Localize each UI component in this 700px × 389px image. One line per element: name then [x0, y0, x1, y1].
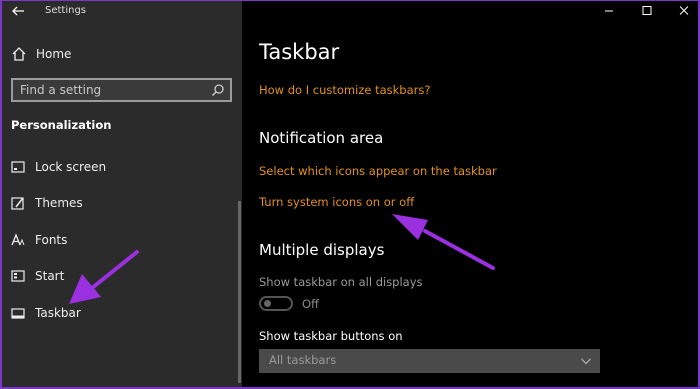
toggle-state-label: Off	[302, 297, 319, 311]
sidebar-item-label: Taskbar	[35, 306, 81, 320]
taskbar-icon	[11, 308, 25, 319]
search-input[interactable]: Find a setting	[11, 78, 232, 102]
search-icon[interactable]	[211, 83, 225, 97]
sidebar-scrollbar[interactable]	[238, 201, 241, 383]
sidebar-item-fonts[interactable]: Fonts	[10, 229, 230, 251]
sidebar: Settings Home Find a setting Personaliza…	[2, 1, 242, 387]
sidebar-item-label: Themes	[35, 196, 83, 210]
title-bar: Settings	[2, 1, 242, 23]
section-heading: Personalization	[11, 118, 112, 132]
sidebar-item-start[interactable]: Start	[10, 265, 230, 287]
start-icon	[11, 270, 25, 282]
home-icon	[12, 47, 26, 61]
home-nav-item[interactable]: Home	[10, 43, 230, 65]
sidebar-item-label: Start	[35, 269, 65, 283]
sidebar-item-lock-screen[interactable]: Lock screen	[10, 156, 230, 178]
app-title: Settings	[45, 5, 87, 16]
main-pane: Taskbar How do I customize taskbars? Not…	[242, 1, 698, 387]
close-icon[interactable]	[675, 3, 693, 19]
help-link[interactable]: How do I customize taskbars?	[259, 83, 430, 97]
chevron-down-icon	[581, 358, 591, 365]
fonts-icon	[11, 233, 25, 246]
multiple-displays-heading: Multiple displays	[259, 241, 385, 259]
minimize-icon[interactable]	[600, 3, 618, 19]
search-placeholder: Find a setting	[20, 83, 102, 97]
taskbar-buttons-value: All taskbars	[269, 353, 337, 367]
lock-screen-icon	[11, 161, 25, 173]
sidebar-item-label: Fonts	[35, 233, 68, 247]
taskbar-buttons-select[interactable]: All taskbars	[259, 349, 600, 373]
maximize-icon[interactable]	[638, 3, 656, 19]
show-all-displays-label: Show taskbar on all displays	[259, 275, 423, 289]
notification-area-heading: Notification area	[259, 129, 384, 147]
back-arrow-icon[interactable]	[10, 3, 26, 19]
system-icons-link[interactable]: Turn system icons on or off	[259, 195, 414, 209]
sidebar-item-themes[interactable]: Themes	[10, 192, 230, 214]
sidebar-item-taskbar[interactable]: Taskbar	[10, 302, 230, 324]
page-title: Taskbar	[259, 40, 340, 64]
sidebar-item-label: Lock screen	[35, 160, 107, 174]
taskbar-buttons-label: Show taskbar buttons on	[259, 329, 403, 343]
themes-icon	[11, 197, 24, 210]
show-all-displays-toggle[interactable]	[259, 296, 293, 311]
toggle-knob	[264, 300, 271, 307]
home-label: Home	[36, 47, 72, 61]
select-icons-link[interactable]: Select which icons appear on the taskbar	[259, 164, 497, 178]
